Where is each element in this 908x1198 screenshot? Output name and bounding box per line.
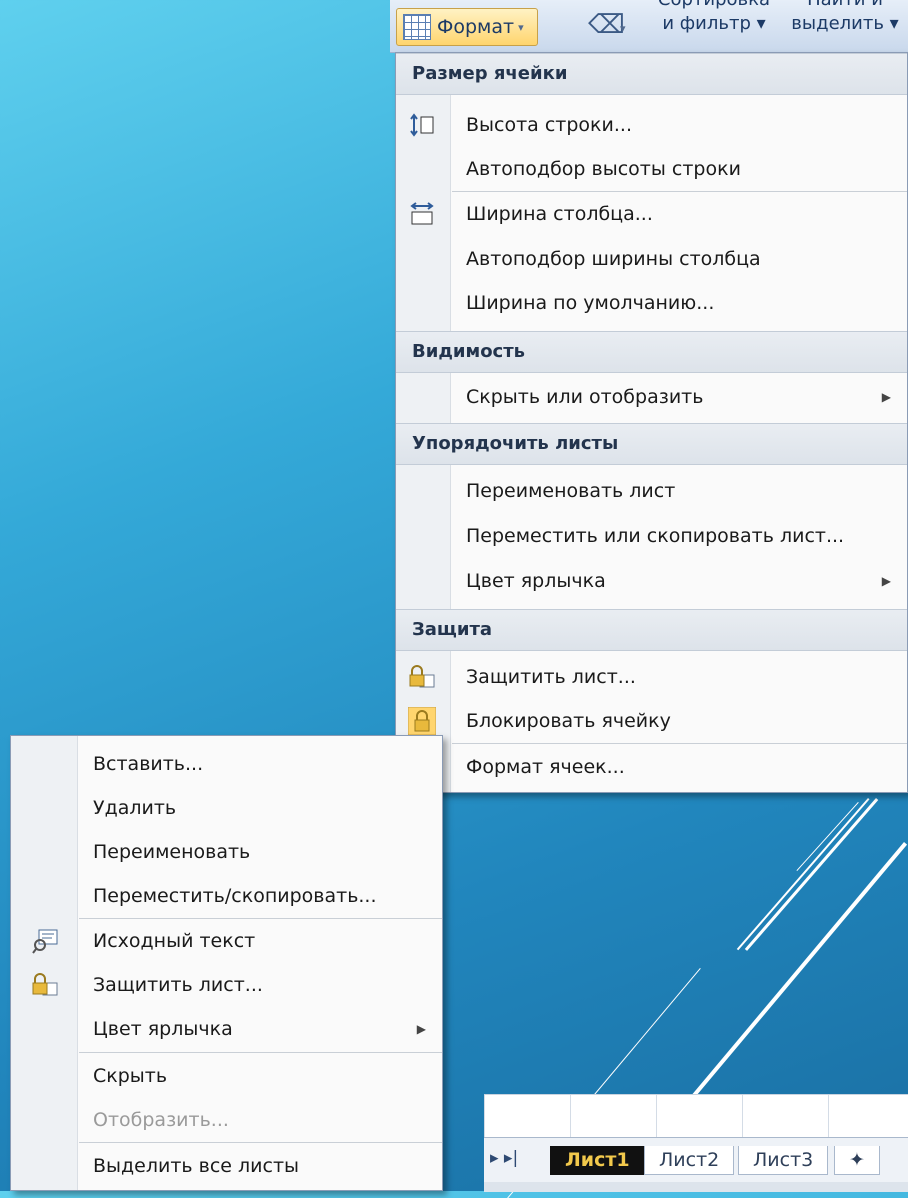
row-height-icon [410,113,434,137]
menu-item-label: Вставить... [93,753,204,775]
menu-item-label: Скрыть [93,1065,168,1087]
menu-item-label: Блокировать ячейку [466,710,671,732]
submenu-arrow-icon: ▶ [881,390,891,404]
menu-item-label: Удалить [93,797,177,819]
menu-item-label: Выделить все листы [93,1155,300,1177]
menu-item-label: Формат ячеек... [466,756,625,778]
find-select-label-line2: выделить ▾ [791,13,899,34]
menu-item-tab-color[interactable]: Цвет ярлычка ▶ [396,559,907,603]
format-dropdown-menu: Размер ячейки Высота строки... Автоподбо… [395,52,908,793]
ribbon: Формат ▾ ⌫ ▾ Сортировка и фильтр ▾ Найти… [390,0,908,53]
decorative-line [796,802,859,872]
chevron-down-icon: ▾ [518,20,524,34]
worksheet-grid [484,1095,908,1138]
menu-item-protect-sheet[interactable]: Защитить лист... [396,655,907,699]
tab-scroll-last-icon[interactable]: ▸ ▸| [490,1148,518,1168]
menu-item-column-width[interactable]: Ширина столбца... [396,192,907,236]
menu-item-label: Исходный текст [93,930,256,952]
menu-item-format-cells[interactable]: Формат ячеек... [396,745,907,789]
chevron-down-icon: ▾ [620,22,626,35]
menu-item-unhide: Отобразить... [11,1098,442,1142]
column-width-icon [410,202,434,225]
decorative-line [736,798,870,951]
menu-item-label: Цвет ярлычка [466,570,606,592]
lock-icon [408,707,436,735]
menu-item-label: Автоподбор высоты строки [466,158,741,180]
menu-item-rename-sheet[interactable]: Переименовать лист [396,469,907,513]
sort-filter-label-line1: Сортировка [648,0,780,12]
menu-item-label: Переименовать [93,841,251,863]
menu-item-label: Цвет ярлычка [93,1018,233,1040]
menu-item-hide[interactable]: Скрыть [11,1054,442,1098]
decorative-line [744,798,879,951]
view-code-icon [32,929,58,954]
format-button-label: Формат [437,16,515,38]
menu-item-default-width[interactable]: Ширина по умолчанию... [396,281,907,325]
menu-separator [452,743,907,744]
menu-item-label: Защитить лист... [93,974,263,996]
sheet-tab[interactable]: Лист1 [550,1146,645,1175]
menu-item-autofit-column-width[interactable]: Автоподбор ширины столбца [396,237,907,281]
menu-separator [79,1052,442,1053]
submenu-arrow-icon: ▶ [416,1022,426,1036]
menu-item-row-height[interactable]: Высота строки... [396,103,907,147]
menu-item-move-copy-sheet[interactable]: Переместить или скопировать лист... [396,514,907,558]
section-header-cell-size: Размер ячейки [396,53,907,95]
menu-item-label: Ширина столбца... [466,203,653,225]
sheet-tab[interactable]: Лист3 [738,1146,829,1175]
menu-item-autofit-row-height[interactable]: Автоподбор высоты строки [396,147,907,191]
menu-item-label: Ширина по умолчанию... [466,292,715,314]
menu-item-label: Высота строки... [466,114,632,136]
protect-sheet-icon [32,973,58,996]
find-select-label-line1: Найти и [782,0,908,12]
menu-item-view-code[interactable]: Исходный текст [11,919,442,963]
menu-separator [79,1142,442,1143]
protect-sheet-icon [409,665,435,688]
menu-item-label: Автоподбор ширины столбца [466,248,761,270]
menu-item-label: Отобразить... [93,1109,229,1131]
menu-item-label: Защитить лист... [466,666,636,688]
menu-item-select-all-sheets[interactable]: Выделить все листы [11,1144,442,1188]
menu-item-label: Скрыть или отобразить [466,386,704,408]
sort-filter-button[interactable]: Сортировка и фильтр ▾ [648,0,780,36]
format-button[interactable]: Формат ▾ [396,8,538,46]
menu-item-insert[interactable]: Вставить... [11,742,442,786]
menu-item-label: Переместить/скопировать... [93,885,377,907]
menu-item-label: Переименовать лист [466,480,676,502]
menu-item-move-copy[interactable]: Переместить/скопировать... [11,874,442,918]
menu-item-label: Переместить или скопировать лист... [466,525,845,547]
find-select-button[interactable]: Найти и выделить ▾ [782,0,908,36]
sort-filter-label-line2: и фильтр ▾ [662,13,766,34]
format-icon [403,14,431,40]
menu-item-tab-color[interactable]: Цвет ярлычка ▶ [11,1007,442,1051]
menu-item-protect-sheet[interactable]: Защитить лист... [11,963,442,1007]
menu-item-rename[interactable]: Переименовать [11,830,442,874]
sheet-tab-bar: ▸ ▸| Лист1 Лист2 Лист3 ✦ [484,1137,908,1182]
section-header-visibility: Видимость [396,331,907,373]
sheet-context-menu: Вставить... Удалить Переименовать Переме… [10,735,443,1191]
sheet-tab[interactable]: Лист2 [644,1146,735,1175]
submenu-arrow-icon: ▶ [881,574,891,588]
sheet-tabs-area: ▸ ▸| Лист1 Лист2 Лист3 ✦ [484,1094,908,1192]
menu-item-hide-unhide[interactable]: Скрыть или отобразить ▶ [396,375,907,419]
section-header-protection: Защита [396,609,907,651]
menu-item-delete[interactable]: Удалить [11,786,442,830]
section-header-organize-sheets: Упорядочить листы [396,423,907,465]
insert-sheet-icon[interactable]: ✦ [834,1146,880,1175]
menu-item-lock-cell[interactable]: Блокировать ячейку [396,699,907,743]
